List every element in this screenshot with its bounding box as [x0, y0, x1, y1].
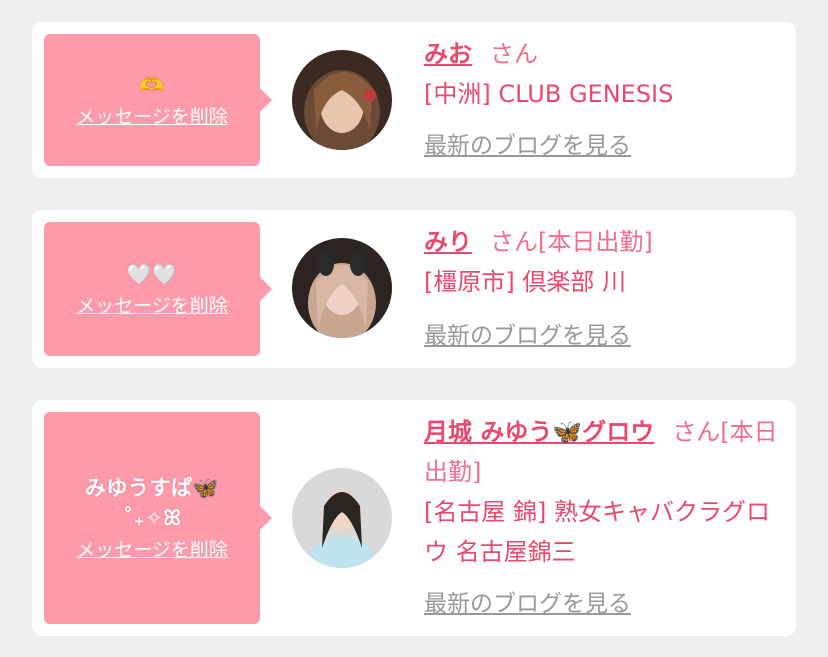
- cast-info: みお さん [中洲] CLUB GENESIS: [424, 34, 788, 114]
- avatar-photo: [292, 50, 392, 150]
- avatar[interactable]: [292, 238, 392, 338]
- latest-blog-link[interactable]: 最新のブログを見る: [424, 588, 631, 620]
- message-text: 🫶: [139, 73, 165, 97]
- delete-message-link[interactable]: メッセージを削除: [76, 104, 228, 130]
- delete-message-link[interactable]: メッセージを削除: [76, 293, 228, 319]
- latest-blog-link[interactable]: 最新のブログを見る: [424, 320, 631, 352]
- message-bubble: 🤍🤍 メッセージを削除: [44, 222, 272, 356]
- message-text: 🤍🤍: [126, 262, 178, 286]
- cast-info: みり さん[本日出勤] [橿原市] 倶楽部 川: [424, 222, 788, 302]
- cast-name-link[interactable]: みり: [424, 228, 472, 256]
- avatar-photo: [292, 468, 392, 568]
- honorific-status: さん[本日出勤]: [490, 228, 653, 256]
- message-card: 🤍🤍 メッセージを削除 みり さん[本日出勤] [橿原市] 倶楽部 川 最新のブロ…: [32, 210, 796, 368]
- message-bubble: 🫶 メッセージを削除: [44, 34, 272, 166]
- delete-message-link[interactable]: メッセージを削除: [76, 537, 228, 563]
- cast-name-link[interactable]: 月城 みゆう🦋グロウ: [424, 418, 654, 446]
- avatar[interactable]: [292, 50, 392, 150]
- cast-name-link[interactable]: みお: [424, 40, 472, 68]
- shop-name: [中洲] CLUB GENESIS: [424, 80, 674, 108]
- avatar-photo: [292, 238, 392, 338]
- message-card: みゆうすぱ🦋 ˚₊✧ꕤ メッセージを削除 月城 みゆう🦋グロウ さん[本日出勤] …: [32, 400, 796, 636]
- latest-blog-link[interactable]: 最新のブログを見る: [424, 130, 631, 162]
- cast-info: 月城 みゆう🦋グロウ さん[本日出勤] [名古屋 錦] 熟女キャバクラグロウ 名古…: [424, 412, 788, 572]
- shop-name: [名古屋 錦] 熟女キャバクラグロウ 名古屋錦三: [424, 498, 770, 566]
- message-card: 🫶 メッセージを削除 みお さん [中洲] CLUB GENESIS 最新のブログ…: [32, 22, 796, 178]
- shop-name: [橿原市] 倶楽部 川: [424, 268, 626, 296]
- avatar[interactable]: [292, 468, 392, 568]
- honorific-status: さん: [490, 40, 538, 68]
- message-bubble: みゆうすぱ🦋 ˚₊✧ꕤ メッセージを削除: [44, 412, 272, 624]
- message-text: みゆうすぱ🦋 ˚₊✧ꕤ: [84, 476, 220, 530]
